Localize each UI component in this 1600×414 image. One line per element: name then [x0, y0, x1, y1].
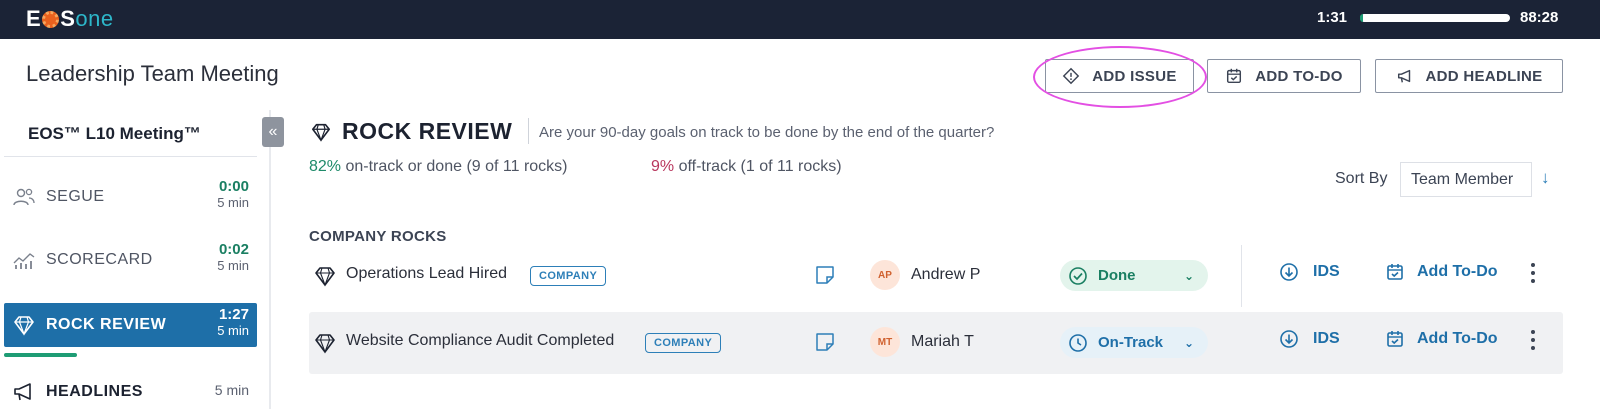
people-icon [13, 188, 35, 206]
status-label: Done [1098, 267, 1136, 284]
ids-button[interactable]: IDS [1279, 262, 1340, 282]
add-todo-row-button[interactable]: Add To-Do [1385, 329, 1498, 349]
company-badge: COMPANY [645, 333, 722, 353]
active-item-indicator [4, 353, 77, 357]
add-todo-button[interactable]: ADD TO-DO [1207, 59, 1361, 93]
add-todo-row-button[interactable]: Add To-Do [1385, 262, 1498, 282]
gem-icon [312, 123, 330, 142]
on-track-text: on-track or done (9 of 11 rocks) [345, 158, 568, 175]
off-track-text: off-track (1 of 11 rocks) [678, 158, 842, 175]
sidebar-item-label: SEGUE [46, 188, 105, 205]
remaining-time: 88:28 [1520, 9, 1559, 26]
sidebar-item-duration: 5 min [214, 382, 249, 398]
sidebar-item-label: HEADLINES [46, 383, 143, 400]
eos-one-logo[interactable]: E S one [26, 6, 114, 32]
logo-letter-e: E [26, 6, 42, 31]
on-track-stat: 82% on-track or done (9 of 11 rocks) [309, 158, 568, 176]
add-todo-row-label: Add To-Do [1417, 263, 1498, 280]
ids-label: IDS [1313, 263, 1340, 280]
sidebar-item-scorecard[interactable]: SCORECARD 0:02 5 min [4, 238, 257, 282]
status-dropdown[interactable]: Done ⌄ [1060, 260, 1208, 291]
scorecard-chart-icon [13, 253, 35, 269]
rock-review-heading: ROCK REVIEW [310, 118, 512, 145]
note-icon[interactable] [814, 331, 836, 353]
chevron-down-icon: ⌄ [1183, 335, 1194, 350]
elapsed-time: 1:31 [1317, 9, 1348, 26]
off-track-stat: 9% off-track (1 of 11 rocks) [651, 158, 842, 176]
top-bar: E S one 1:31 88:28 [0, 0, 1600, 39]
gem-icon [315, 334, 335, 354]
more-options-icon[interactable] [1528, 328, 1538, 352]
sidebar-heading: EOS™ L10 Meeting™ [28, 124, 201, 143]
arrow-down-circle-icon [1280, 330, 1298, 348]
clock-icon [1069, 333, 1087, 352]
page-title: Leadership Team Meeting [26, 61, 279, 86]
sort-by-select[interactable]: Team Member [1400, 162, 1532, 197]
add-headline-button[interactable]: ADD HEADLINE [1375, 59, 1563, 93]
sort-by-label: Sort By [1335, 170, 1388, 187]
note-icon[interactable] [814, 264, 836, 286]
sidebar-item-label: ROCK REVIEW [46, 316, 167, 333]
calendar-check-icon [1387, 331, 1403, 347]
sidebar-item-duration: 5 min [217, 195, 249, 210]
sidebar-item-headlines[interactable]: HEADLINES 5 min [4, 370, 257, 414]
add-issue-label: ADD ISSUE [1092, 67, 1177, 85]
collapse-sidebar-button[interactable]: « [262, 117, 284, 147]
on-track-percent: 82% [309, 158, 342, 175]
rock-owner: Andrew P [911, 266, 981, 283]
section-title: ROCK REVIEW [342, 118, 513, 144]
megaphone-icon [1397, 69, 1410, 83]
sidebar-item-rock-review[interactable]: ROCK REVIEW 1:27 5 min [4, 303, 257, 347]
issue-diamond-icon [1063, 67, 1080, 85]
section-subtitle: Are your 90-day goals on track to be don… [539, 124, 995, 141]
company-badge: COMPANY [530, 266, 607, 286]
chevron-down-icon: ⌄ [1183, 268, 1194, 283]
more-options-icon[interactable] [1528, 261, 1538, 285]
avatar: AP [870, 260, 900, 290]
sidebar-item-segue[interactable]: SEGUE 0:00 5 min [4, 175, 257, 219]
company-rocks-label: COMPANY ROCKS [309, 228, 447, 245]
arrow-down-circle-icon [1280, 263, 1298, 281]
meeting-progress-fill [1360, 14, 1363, 22]
add-headline-label: ADD HEADLINE [1425, 67, 1543, 85]
rock-name[interactable]: Operations Lead Hired [346, 265, 507, 283]
sidebar-divider [4, 156, 257, 157]
sidebar-item-duration: 5 min [217, 323, 249, 338]
rock-name[interactable]: Website Compliance Audit Completed [346, 332, 614, 350]
off-track-percent: 9% [651, 158, 675, 175]
rock-row[interactable]: Operations Lead Hired COMPANY AP Andrew … [309, 245, 1563, 307]
check-circle-icon [1069, 266, 1087, 285]
ids-label: IDS [1313, 330, 1340, 347]
sort-direction-arrow-icon[interactable]: ↓ [1541, 168, 1550, 188]
calendar-check-icon [1227, 68, 1242, 84]
meeting-progress-bar [1360, 14, 1510, 22]
logo-one: one [75, 6, 114, 31]
sidebar-item-time: 0:00 [218, 178, 249, 195]
status-dropdown[interactable]: On-Track ⌄ [1060, 327, 1208, 358]
sidebar-item-time: 1:27 [218, 306, 249, 323]
sidebar-item-label: SCORECARD [46, 251, 153, 268]
sidebar-item-duration: 5 min [217, 258, 249, 273]
rock-row[interactable]: Website Compliance Audit Completed COMPA… [309, 312, 1563, 374]
gem-icon [315, 267, 335, 287]
ids-button[interactable]: IDS [1279, 329, 1340, 349]
title-divider [528, 118, 529, 144]
megaphone-icon [14, 383, 31, 401]
rock-owner: Mariah T [911, 333, 974, 350]
logo-sun-icon [42, 10, 60, 28]
calendar-check-icon [1387, 264, 1403, 280]
avatar: MT [870, 327, 900, 357]
add-todo-row-label: Add To-Do [1417, 330, 1498, 347]
add-todo-label: ADD TO-DO [1255, 67, 1343, 85]
logo-letter-s: S [60, 6, 76, 31]
add-issue-button[interactable]: ADD ISSUE [1045, 59, 1194, 93]
gem-icon [14, 316, 34, 336]
sidebar-item-time: 0:02 [218, 241, 249, 258]
status-label: On-Track [1098, 334, 1164, 351]
